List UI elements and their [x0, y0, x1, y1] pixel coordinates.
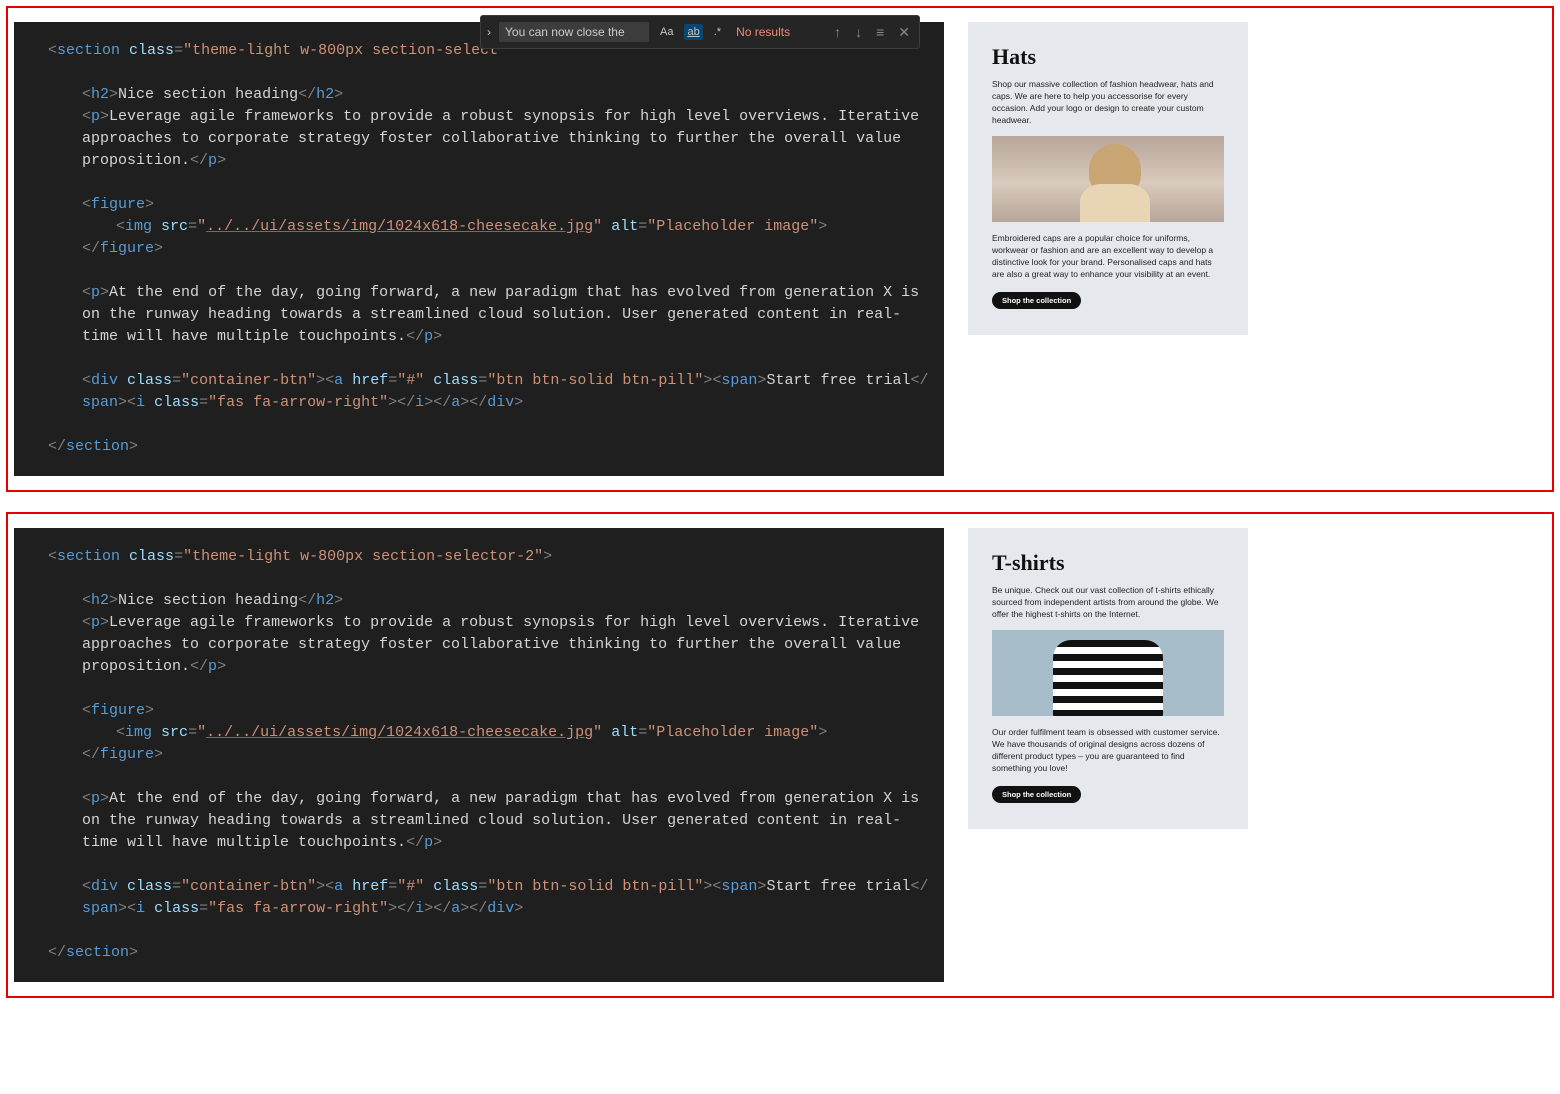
find-prev-icon[interactable]: ↑ [831, 24, 844, 40]
code-editor-1[interactable]: <section class="theme-light w-800px sect… [14, 22, 944, 476]
preview1-lead: Shop our massive collection of fashion h… [992, 78, 1224, 126]
example-block-2: <section class="theme-light w-800px sect… [6, 512, 1554, 998]
preview2-cta-button[interactable]: Shop the collection [992, 786, 1081, 803]
code-editor-2[interactable]: <section class="theme-light w-800px sect… [14, 528, 944, 982]
find-selection-icon[interactable]: ≡ [873, 24, 887, 40]
find-regex-button[interactable]: .* [711, 24, 724, 40]
preview1-image [992, 136, 1224, 222]
preview1-cta-button[interactable]: Shop the collection [992, 292, 1081, 309]
find-bar[interactable]: › Aa ab .* No results ↑ ↓ ≡ ✕ [480, 15, 920, 49]
example-block-1: <section class="theme-light w-800px sect… [6, 6, 1554, 492]
preview2-title: T-shirts [992, 550, 1224, 576]
find-close-icon[interactable]: ✕ [895, 24, 913, 41]
preview2-lead: Be unique. Check out our vast collection… [992, 584, 1224, 620]
preview2-body: Our order fulfilment team is obsessed wi… [992, 726, 1224, 774]
preview1-body: Embroidered caps are a popular choice fo… [992, 232, 1224, 280]
find-results-count: No results [736, 25, 790, 39]
find-toggle-replace-icon[interactable]: › [487, 25, 491, 39]
preview1-title: Hats [992, 44, 1224, 70]
preview-card-1: Hats Shop our massive collection of fash… [968, 22, 1248, 335]
find-match-word-button[interactable]: ab [684, 24, 702, 40]
preview2-image [992, 630, 1224, 716]
find-input[interactable] [499, 22, 649, 42]
find-next-icon[interactable]: ↓ [852, 24, 865, 40]
find-match-case-button[interactable]: Aa [657, 24, 676, 40]
preview-card-2: T-shirts Be unique. Check out our vast c… [968, 528, 1248, 829]
